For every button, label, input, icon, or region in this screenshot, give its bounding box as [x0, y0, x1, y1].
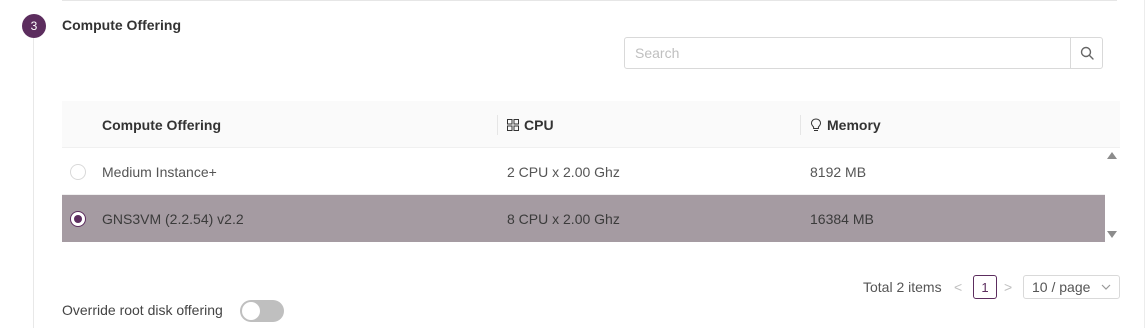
- pagination-prev-button[interactable]: <: [954, 275, 962, 299]
- chevron-down-icon: [1101, 284, 1111, 290]
- compute-offering-table: Compute Offering CPU Memory Medium Insta…: [62, 101, 1120, 242]
- section-divider: [62, 0, 1117, 1]
- scroll-up-arrow-icon[interactable]: [1107, 152, 1117, 159]
- pagination-next-button[interactable]: >: [1004, 275, 1012, 299]
- step-connector-line: [33, 38, 34, 328]
- bulb-icon: [810, 117, 822, 131]
- pagination-total: Total 2 items: [863, 279, 942, 295]
- column-header-memory[interactable]: Memory: [810, 101, 881, 148]
- row-radio-checked[interactable]: [70, 211, 86, 227]
- toggle-knob: [242, 302, 260, 320]
- scroll-down-arrow-icon[interactable]: [1107, 231, 1117, 238]
- appstore-icon: [507, 118, 519, 131]
- column-separator: [497, 115, 498, 135]
- table-header: Compute Offering CPU Memory: [62, 101, 1120, 148]
- column-header-cpu[interactable]: CPU: [507, 101, 554, 148]
- column-header-label: Memory: [827, 116, 881, 133]
- offering-name: Medium Instance+: [102, 163, 217, 180]
- search-button[interactable]: [1070, 38, 1102, 68]
- table-row[interactable]: Medium Instance+ 2 CPU x 2.00 Ghz 8192 M…: [62, 148, 1105, 195]
- offering-cpu: 8 CPU x 2.00 Ghz: [507, 210, 620, 227]
- column-separator: [800, 115, 801, 135]
- search-box: [624, 37, 1103, 69]
- offering-memory: 8192 MB: [810, 163, 867, 180]
- table-row-selected[interactable]: GNS3VM (2.2.54) v2.2 8 CPU x 2.00 Ghz 16…: [62, 195, 1105, 242]
- offering-cpu: 2 CPU x 2.00 Ghz: [507, 163, 620, 180]
- column-header-label: Compute Offering: [102, 116, 221, 133]
- pagination-page-1[interactable]: 1: [973, 275, 997, 299]
- search-input[interactable]: [625, 38, 1070, 68]
- search-icon: [1080, 46, 1094, 60]
- offering-memory: 16384 MB: [810, 210, 874, 227]
- column-header-label: CPU: [524, 116, 554, 133]
- step-title: Compute Offering: [62, 17, 181, 33]
- page-size-value: 10 / page: [1032, 279, 1091, 295]
- override-root-disk-label: Override root disk offering: [62, 302, 223, 318]
- override-root-disk-toggle[interactable]: [240, 300, 284, 322]
- step-number-badge: 3: [22, 14, 46, 38]
- offering-name: GNS3VM (2.2.54) v2.2: [102, 210, 244, 227]
- column-header-compute-offering[interactable]: Compute Offering: [102, 101, 221, 148]
- row-radio[interactable]: [70, 164, 86, 180]
- page-size-select[interactable]: 10 / page: [1023, 275, 1120, 299]
